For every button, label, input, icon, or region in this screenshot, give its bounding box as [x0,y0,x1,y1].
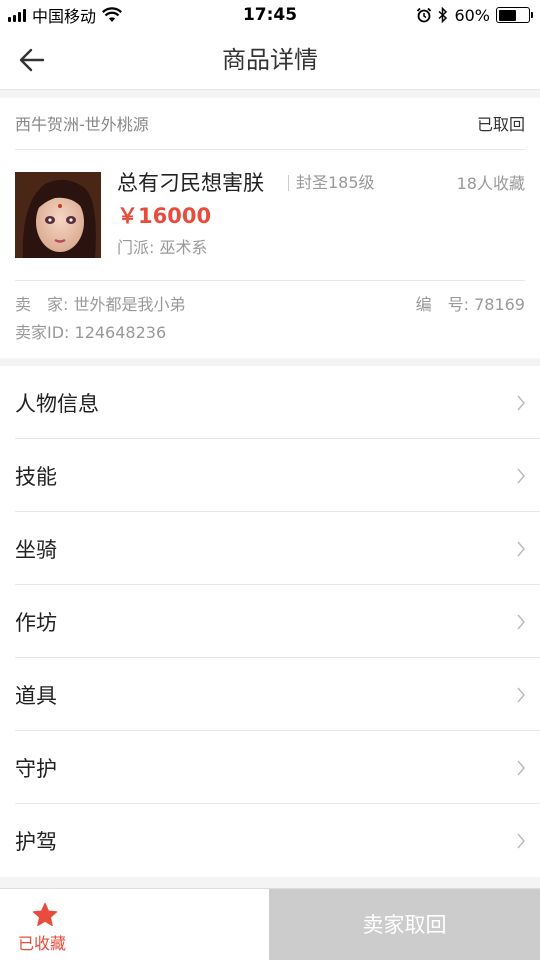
star-icon [32,902,58,927]
level-label: 封圣185级 [296,173,375,192]
level-info: 封圣185级 [288,168,375,198]
menu-item-workshop[interactable]: 作坊 [0,585,540,658]
menu-item-character-info[interactable]: 人物信息 [0,366,540,439]
favorite-label: 已收藏 [18,934,67,953]
serial-number: 编 号: 78169 [415,295,525,314]
chevron-right-icon [517,468,525,484]
menu-item-label: 坐骑 [15,537,57,562]
nav-bar: 商品详情 [0,30,540,90]
server-row: 西牛贺洲-世外桃源 已取回 [15,98,525,150]
battery-percent: 60% [454,5,490,25]
seller-retract-button[interactable]: 卖家取回 [269,889,540,960]
favorite-button[interactable]: 已收藏 [0,889,269,960]
back-arrow-icon [19,48,45,72]
product-name: 总有刁民想害朕 [117,171,264,195]
divider [15,280,525,281]
menu-item-label: 技能 [15,464,57,489]
menu-item-skills[interactable]: 技能 [0,439,540,512]
chevron-right-icon [517,833,525,849]
favorites-count: 18人收藏 [456,174,525,193]
character-avatar [15,172,101,258]
menu-item-label: 人物信息 [15,391,99,416]
status-bar: 中国移动 17:45 60% [0,0,540,30]
chevron-right-icon [517,760,525,776]
seller-name: 卖 家: 世外都是我小弟 [15,295,186,314]
chevron-right-icon [517,541,525,557]
back-button[interactable] [14,42,50,78]
chevron-right-icon [517,395,525,411]
menu-item-items[interactable]: 道具 [0,658,540,731]
menu-item-escort[interactable]: 护驾 [0,804,540,877]
menu-item-label: 护驾 [15,829,57,854]
page-title: 商品详情 [222,46,318,74]
product-card: 西牛贺洲-世外桃源 已取回 总有刁民想害朕 封圣185级 18人收藏 ￥1600… [0,98,540,358]
server-name: 西牛贺洲-世外桃源 [15,115,149,134]
alarm-icon [417,7,432,23]
bottom-action-bar: 已收藏 卖家取回 [0,888,540,960]
divider [288,175,289,191]
menu-item-label: 道具 [15,683,57,708]
battery-icon [496,7,533,23]
menu-item-mounts[interactable]: 坐骑 [0,512,540,585]
detail-menu: 人物信息 技能 坐骑 作坊 道具 守护 护驾 [0,366,540,877]
bluetooth-icon [438,7,448,23]
menu-item-label: 守护 [15,756,57,781]
status-right: 60% [416,0,533,30]
seller-id: 卖家ID: 124648236 [15,323,167,342]
battery-fill [498,9,516,21]
status-badge: 已取回 [476,115,525,134]
menu-item-guardians[interactable]: 守护 [0,731,540,804]
menu-item-label: 作坊 [15,610,57,635]
product-price: ￥16000 [117,204,212,228]
chevron-right-icon [517,687,525,703]
school-label: 门派: 巫术系 [117,238,208,257]
chevron-right-icon [517,614,525,630]
